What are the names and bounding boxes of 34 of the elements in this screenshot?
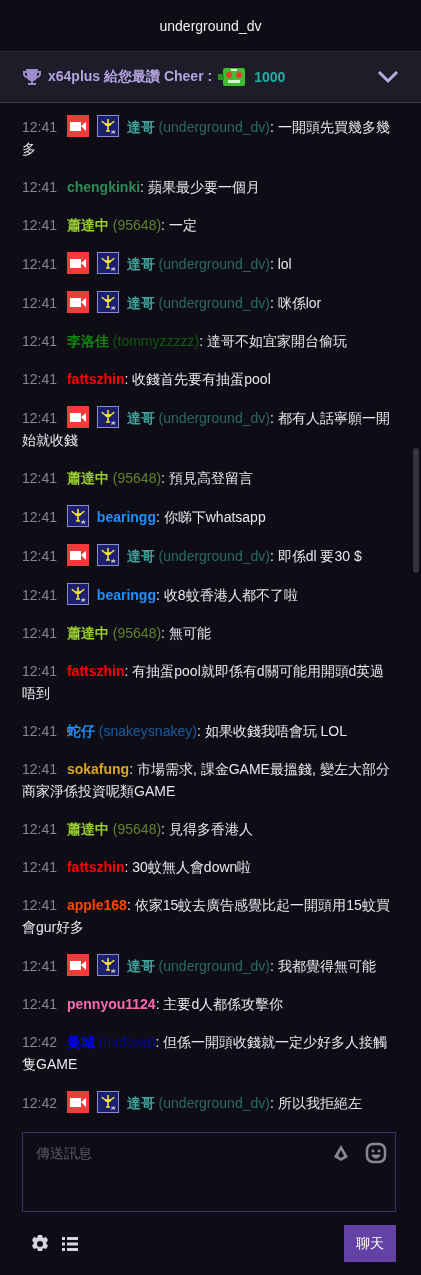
chat-message: 12:41 達哥 (underground_dv): 即係dl 要30 $: [22, 536, 396, 575]
scrollbar-thumb[interactable]: [413, 448, 419, 573]
emoji-icon[interactable]: [365, 1142, 387, 1164]
chat-button[interactable]: 聊天: [344, 1225, 396, 1262]
trophy-icon: [22, 67, 42, 87]
chat-message: 12:41 達哥 (underground_dv): 都有人話寧願一開始就收錢: [22, 398, 396, 459]
bits-icon[interactable]: [332, 1144, 350, 1162]
chat-message: 12:41 bearingg: 你睇下whatsapp: [22, 497, 396, 536]
chat-message: 12:41 apple168: 依家15蚊去廣告感覺比起一開頭用15蚊買會gur好多: [22, 896, 391, 937]
chat-message: 12:41 蕭達中 (95648): 一定: [22, 216, 198, 235]
chat-message: 12:41 蕭達中 (95648): 無可能: [22, 624, 212, 643]
cheer-amount: 1000: [254, 69, 286, 85]
chat-message: 12:41 李洛佳 (tommyzzzzz): 達哥不如宜家開台偷玩: [22, 332, 348, 351]
chat-message: 12:41 蕭達中 (95648): 預見高登留言: [22, 469, 254, 488]
chat-message: 12:41 達哥 (underground_dv): lol: [22, 244, 396, 283]
chat-message: 12:41 蕭達中 (95648): 見得多香港人: [22, 820, 254, 839]
chat-message: 12:41 達哥 (underground_dv): 一開頭先買幾多幾多: [22, 107, 396, 168]
expand-button[interactable]: [377, 70, 399, 84]
chat-message: 12:41 fattszhin: 30蚊無人會down啦: [22, 858, 253, 877]
chat-message: 12:41 chengkinki: 蘋果最少要一個月: [22, 178, 261, 197]
chat-message: 12:41 達哥 (underground_dv): 咪係lor: [22, 283, 396, 322]
chat-message: 12:41 蛇仔 (snakeysnakey): 如果收錢我唔會玩 LOL: [22, 722, 348, 741]
chat-message: 12:41 bearingg: 收8蚊香港人都不了啦: [22, 575, 396, 614]
channel-title: underground_dv: [159, 17, 262, 34]
chat-message: 12:41 fattszhin: 有抽蛋pool就即係有d關可能用開頭d英過唔到: [22, 662, 386, 703]
chat-message: 12:41 達哥 (underground_dv): 我都覺得無可能: [22, 946, 396, 985]
cheer-text: x64plus 給您最讚 Cheer :: [48, 68, 213, 86]
chat-message: 12:41 fattszhin: 收錢首先要有抽蛋pool: [22, 370, 272, 389]
chat-message: 12:42 曼城 (mcfcwa): 但係一開頭收錢就一定少好多人接觸隻GAME: [22, 1033, 389, 1074]
list-icon[interactable]: [62, 1235, 78, 1252]
chat-message: 12:41 pennyou1124: 主要d人都係攻擊你: [22, 995, 285, 1014]
chat-message: 12:41 sokafung: 市場需求, 課金GAME最搵錢, 變左大部分商家淨係投資呢類GAME: [22, 760, 391, 801]
settings-icon[interactable]: [30, 1233, 50, 1254]
chat-message: 12:42 達哥 (underground_dv): 所以我拒絕左: [22, 1083, 396, 1122]
